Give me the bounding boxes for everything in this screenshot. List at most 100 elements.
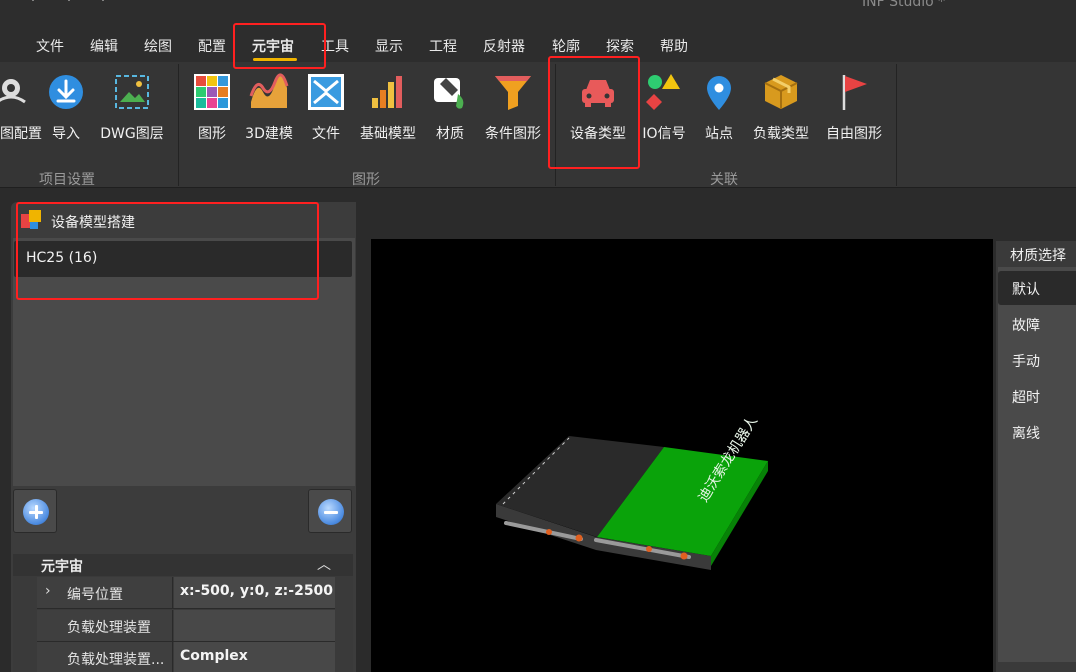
menu-bar: 文件 编辑 绘图 配置 元宇宙 工具 显示 工程 反射器 轮廓 探索 帮助 bbox=[0, 28, 1076, 62]
io-signal-label: IO信号 bbox=[642, 126, 686, 142]
dwg-layer-button[interactable]: DWG图层 bbox=[96, 70, 168, 152]
paint-bucket-icon bbox=[434, 78, 464, 109]
ribbon: 视图配置 导入 DWG图层 项目设置 图形 3D建模 bbox=[0, 62, 1076, 188]
material-button[interactable]: 材质 bbox=[430, 70, 470, 152]
group-project-settings-label: 项目设置 bbox=[39, 172, 95, 188]
group-graphics-label: 图形 bbox=[352, 172, 380, 188]
file-label: 文件 bbox=[312, 126, 340, 142]
menu-draw[interactable]: 绘图 bbox=[144, 36, 172, 56]
bar-chart-icon bbox=[372, 76, 402, 108]
panel-title: 设备模型搭建 bbox=[51, 215, 135, 231]
shapes-icon bbox=[646, 74, 680, 110]
menu-reflector[interactable]: 反射器 bbox=[483, 36, 525, 56]
flag-icon bbox=[842, 75, 867, 110]
material-item-fault[interactable]: 故障 bbox=[998, 307, 1076, 341]
import-button[interactable]: 导入 bbox=[44, 70, 88, 152]
property-key: 负载处理装置... bbox=[67, 652, 165, 668]
conditional-shape-label: 条件图形 bbox=[485, 126, 541, 142]
shape-button[interactable]: 图形 bbox=[192, 70, 232, 152]
eye-settings-icon bbox=[0, 79, 26, 104]
base-model-button[interactable]: 基础模型 bbox=[357, 70, 419, 152]
device-type-label: 设备类型 bbox=[570, 126, 626, 142]
minus-icon bbox=[318, 499, 344, 525]
map-pin-icon bbox=[707, 76, 731, 110]
menu-tools[interactable]: 工具 bbox=[321, 36, 349, 56]
menu-contour[interactable]: 轮廓 bbox=[552, 36, 580, 56]
view-config-button[interactable]: 视图配置 bbox=[0, 70, 42, 152]
property-section-title: 元宇宙 bbox=[41, 559, 83, 575]
property-section-header[interactable]: 元宇宙 ︿ bbox=[13, 554, 353, 576]
menu-metaverse[interactable]: 元宇宙 bbox=[252, 36, 294, 56]
active-menu-underline bbox=[253, 58, 297, 61]
group-separator bbox=[896, 64, 897, 186]
import-arrow-icon bbox=[49, 75, 83, 109]
menu-project[interactable]: 工程 bbox=[429, 36, 457, 56]
property-key: 编号位置 bbox=[67, 587, 123, 603]
plus-icon bbox=[23, 499, 49, 525]
group-relation-label: 关联 bbox=[710, 172, 738, 188]
funnel-icon bbox=[495, 76, 531, 110]
free-shape-button[interactable]: 自由图形 bbox=[823, 70, 885, 152]
property-row[interactable]: 负载处理装置 bbox=[37, 610, 335, 642]
device-model-list[interactable]: HC25 (16) bbox=[13, 238, 355, 486]
property-row[interactable]: › 编号位置 x:-500, y:0, z:-2500 bbox=[37, 577, 335, 609]
menu-explore[interactable]: 探索 bbox=[606, 36, 634, 56]
station-button[interactable]: 站点 bbox=[699, 70, 739, 152]
material-item-default[interactable]: 默认 bbox=[998, 271, 1076, 305]
import-label: 导入 bbox=[52, 126, 80, 142]
dwg-layer-label: DWG图层 bbox=[100, 126, 164, 142]
free-shape-label: 自由图形 bbox=[826, 126, 882, 142]
material-panel-title: 材质选择 bbox=[1010, 248, 1066, 264]
property-row[interactable]: 负载处理装置... Complex bbox=[37, 642, 335, 672]
group-separator bbox=[178, 64, 179, 186]
3d-modeling-icon bbox=[249, 73, 289, 108]
menu-edit[interactable]: 编辑 bbox=[90, 36, 118, 56]
base-model-label: 基础模型 bbox=[360, 126, 416, 142]
load-type-label: 负载类型 bbox=[753, 126, 809, 142]
3d-viewport[interactable]: 迪沃索龙机器人 bbox=[371, 239, 993, 672]
conditional-shape-button[interactable]: 条件图形 bbox=[481, 70, 545, 152]
menu-display[interactable]: 显示 bbox=[375, 36, 403, 56]
property-value[interactable]: x:-500, y:0, z:-2500 bbox=[180, 583, 333, 599]
panel-icon bbox=[21, 210, 41, 229]
view-config-label: 视图配置 bbox=[0, 126, 42, 142]
material-item-manual[interactable]: 手动 bbox=[998, 343, 1076, 377]
add-button[interactable] bbox=[13, 489, 57, 533]
property-key: 负载处理装置 bbox=[67, 620, 151, 636]
station-label: 站点 bbox=[705, 126, 733, 142]
material-item-offline[interactable]: 离线 bbox=[998, 415, 1076, 449]
material-panel: 材质选择 默认 故障 手动 超时 离线 bbox=[996, 241, 1076, 672]
material-list: 默认 故障 手动 超时 离线 bbox=[998, 267, 1076, 662]
device-model-panel: 设备模型搭建 HC25 (16) 元宇宙 ︿ › 编号位置 x:-500, y:0… bbox=[11, 202, 356, 672]
shape-label: 图形 bbox=[198, 126, 226, 142]
load-type-button[interactable]: 负载类型 bbox=[750, 70, 812, 152]
panel-header: 设备模型搭建 bbox=[11, 202, 356, 238]
io-signal-button[interactable]: IO信号 bbox=[640, 70, 688, 152]
device-type-button[interactable]: 设备类型 bbox=[567, 70, 629, 152]
list-item[interactable]: HC25 (16) bbox=[14, 241, 352, 277]
menu-help[interactable]: 帮助 bbox=[660, 36, 688, 56]
property-grid: 元宇宙 ︿ › 编号位置 x:-500, y:0, z:-2500 负载处理装置 … bbox=[13, 554, 353, 672]
box-icon bbox=[764, 75, 798, 109]
chevron-right-icon[interactable]: › bbox=[45, 583, 51, 599]
material-label: 材质 bbox=[436, 126, 464, 142]
title-bar: INF Studio * bbox=[0, 0, 1076, 28]
material-item-timeout[interactable]: 超时 bbox=[998, 379, 1076, 413]
3d-model[interactable] bbox=[371, 239, 993, 672]
file-button[interactable]: 文件 bbox=[306, 70, 346, 152]
quick-access-icons[interactable] bbox=[0, 0, 120, 10]
remove-button[interactable] bbox=[308, 489, 352, 533]
3d-modeling-button[interactable]: 3D建模 bbox=[243, 70, 295, 152]
car-icon bbox=[582, 80, 614, 107]
list-item-label: HC25 (16) bbox=[26, 250, 98, 266]
menu-file[interactable]: 文件 bbox=[36, 36, 64, 56]
app-title: INF Studio * bbox=[862, 0, 946, 10]
3d-modeling-label: 3D建模 bbox=[245, 126, 293, 142]
property-value[interactable]: Complex bbox=[180, 648, 248, 664]
menu-config[interactable]: 配置 bbox=[198, 36, 226, 56]
chevron-up-icon[interactable]: ︿ bbox=[317, 554, 331, 574]
group-separator bbox=[555, 64, 556, 186]
image-file-icon bbox=[308, 74, 344, 110]
dwg-layer-icon bbox=[115, 75, 149, 109]
color-grid-icon bbox=[194, 74, 230, 110]
